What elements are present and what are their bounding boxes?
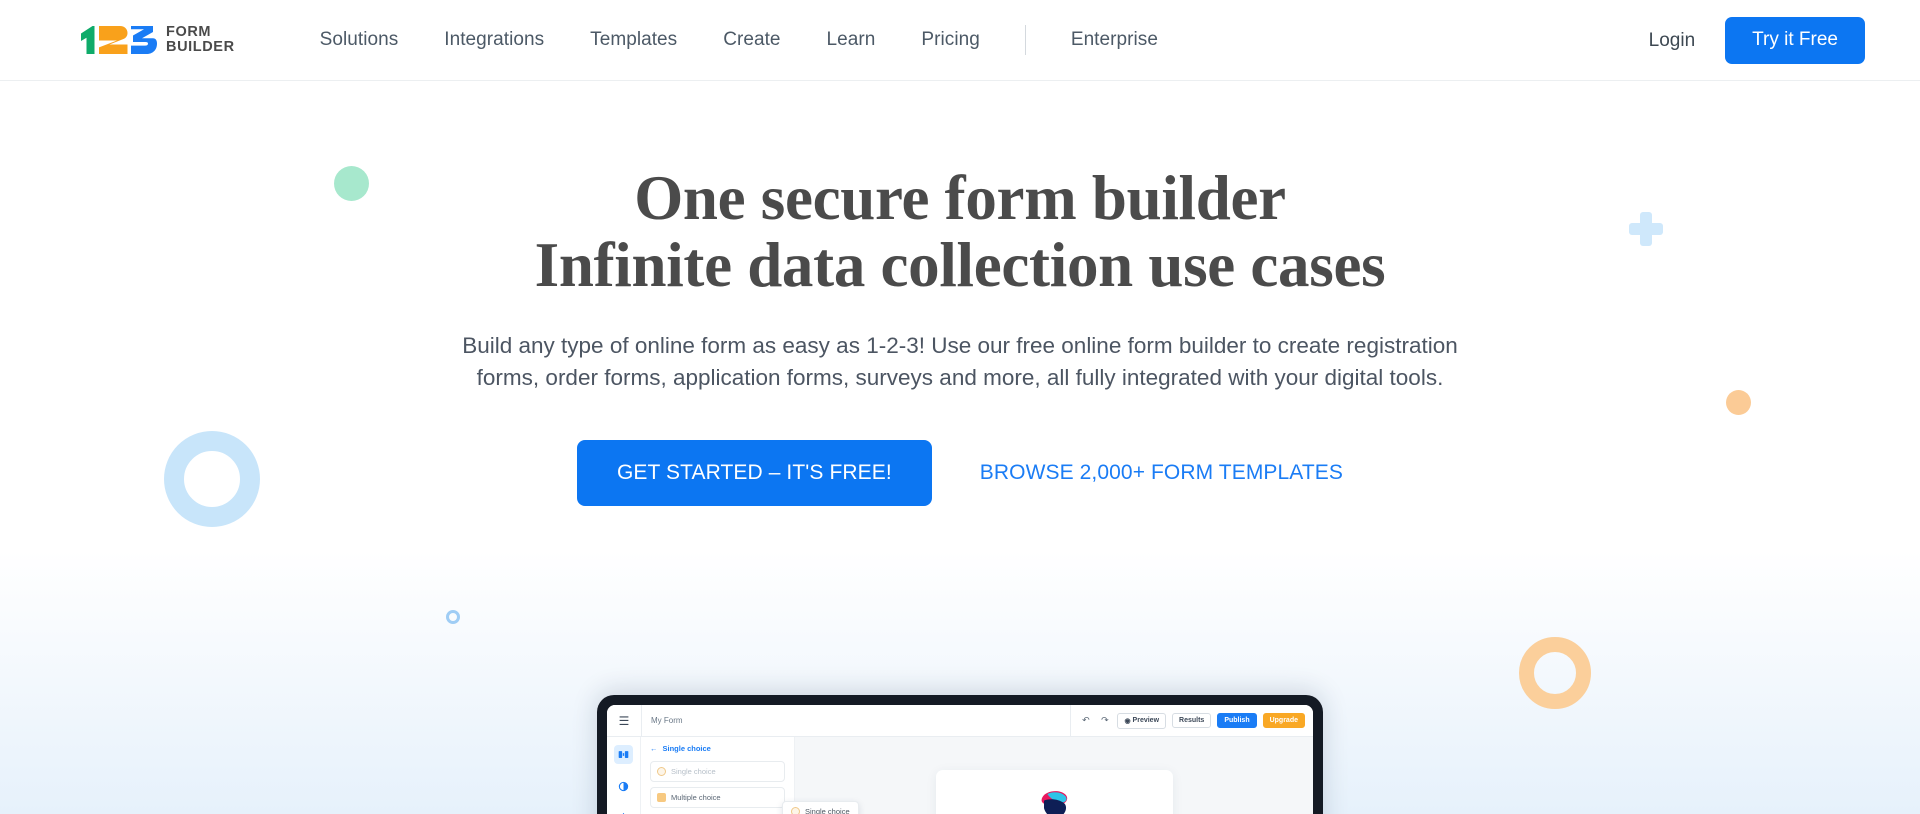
try-it-free-button[interactable]: Try it Free bbox=[1725, 17, 1865, 64]
logo-wordmark: FORM BUILDER bbox=[166, 25, 235, 55]
back-arrow-icon[interactable]: ← bbox=[650, 744, 658, 753]
fields-glyph bbox=[618, 751, 629, 758]
panel-header: ← Single choice bbox=[650, 744, 785, 753]
form-name-label[interactable]: My Form bbox=[641, 705, 1070, 737]
header-actions: Login Try it Free bbox=[1649, 0, 1920, 81]
orange-ring-decoration bbox=[1519, 637, 1591, 709]
undo-icon[interactable]: ↶ bbox=[1079, 715, 1092, 726]
hero-section: One secure form builder Infinite data co… bbox=[0, 81, 1920, 814]
nav-item-learn[interactable]: Learn bbox=[804, 29, 899, 51]
nav-item-enterprise[interactable]: Enterprise bbox=[1048, 29, 1181, 51]
checkbox-icon bbox=[657, 793, 666, 802]
fields-icon[interactable] bbox=[614, 745, 633, 764]
nav-item-pricing[interactable]: Pricing bbox=[898, 29, 1002, 51]
publish-button[interactable]: Publish bbox=[1217, 713, 1257, 728]
get-started-button[interactable]: GET STARTED – IT'S FREE! bbox=[576, 439, 932, 506]
preview-eye-icon: ◉ bbox=[1124, 717, 1131, 725]
theme-icon[interactable] bbox=[614, 777, 633, 796]
page-title: One secure form builder Infinite data co… bbox=[0, 165, 1920, 299]
app-body: ← Single choice Single choice Multiple c… bbox=[607, 737, 1313, 814]
redo-icon[interactable]: ↷ bbox=[1098, 715, 1111, 726]
laptop-screen: ☰ My Form ↶ ↷ ◉ Preview Results Publish … bbox=[607, 705, 1313, 814]
browse-templates-link[interactable]: BROWSE 2,000+ FORM TEMPLATES bbox=[980, 461, 1343, 485]
drag-chip-label: Single choice bbox=[805, 807, 850, 814]
hero-title-line-2: Infinite data collection use cases bbox=[534, 229, 1386, 300]
landing-page: FORM BUILDER Solutions Integrations Temp… bbox=[0, 0, 1920, 814]
hero-subtitle: Build any type of online form as easy as… bbox=[462, 332, 1458, 390]
nav-item-create[interactable]: Create bbox=[700, 29, 803, 51]
list-item-label: Single choice bbox=[671, 767, 716, 776]
app-topbar: ☰ My Form ↶ ↷ ◉ Preview Results Publish … bbox=[607, 705, 1313, 737]
blue-ring-small-decoration bbox=[446, 610, 460, 624]
panel-title: Single choice bbox=[662, 744, 711, 753]
hero-content: One secure form builder Infinite data co… bbox=[0, 165, 1920, 506]
field-type-panel: ← Single choice Single choice Multiple c… bbox=[641, 737, 795, 814]
nav-item-templates[interactable]: Templates bbox=[567, 29, 700, 51]
list-item[interactable]: Single choice bbox=[650, 761, 785, 782]
brand-blob-icon bbox=[1041, 791, 1068, 814]
logo[interactable]: FORM BUILDER bbox=[78, 25, 235, 55]
app-action-bar: ↶ ↷ ◉ Preview Results Publish Upgrade bbox=[1070, 705, 1313, 737]
hamburger-icon[interactable]: ☰ bbox=[607, 714, 641, 728]
nav-item-integrations[interactable]: Integrations bbox=[421, 29, 567, 51]
laptop-frame: ☰ My Form ↶ ↷ ◉ Preview Results Publish … bbox=[597, 695, 1323, 814]
preview-button[interactable]: ◉ Preview bbox=[1117, 712, 1167, 729]
logo-word-form: FORM bbox=[166, 24, 212, 41]
nav-divider bbox=[1024, 25, 1026, 55]
logo-word-builder: BUILDER bbox=[166, 39, 235, 55]
main-navigation: Solutions Integrations Templates Create … bbox=[297, 0, 1181, 80]
nav-item-solutions[interactable]: Solutions bbox=[297, 29, 422, 51]
app-sidebar-rail bbox=[607, 737, 641, 814]
list-item-label: Multiple choice bbox=[671, 793, 721, 802]
login-link[interactable]: Login bbox=[1649, 30, 1696, 52]
form-preview-card bbox=[935, 770, 1173, 814]
radio-icon bbox=[791, 807, 800, 814]
results-button[interactable]: Results bbox=[1172, 713, 1212, 728]
radio-icon bbox=[657, 767, 666, 776]
list-item[interactable]: Multiple choice bbox=[650, 787, 785, 808]
drag-preview-chip: Single choice bbox=[782, 801, 859, 814]
upgrade-button[interactable]: Upgrade bbox=[1262, 713, 1305, 728]
hero-cta-group: GET STARTED – IT'S FREE! BROWSE 2,000+ F… bbox=[0, 439, 1920, 506]
preview-button-label: Preview bbox=[1132, 717, 1160, 724]
hero-title-line-1: One secure form builder bbox=[634, 163, 1286, 233]
form-canvas bbox=[795, 737, 1313, 814]
theme-glyph bbox=[618, 781, 629, 792]
product-screenshot-mockup: ☰ My Form ↶ ↷ ◉ Preview Results Publish … bbox=[597, 695, 1323, 814]
site-header: FORM BUILDER Solutions Integrations Temp… bbox=[0, 0, 1920, 81]
settings-icon[interactable] bbox=[614, 809, 633, 814]
logo-mark-icon bbox=[81, 26, 157, 54]
